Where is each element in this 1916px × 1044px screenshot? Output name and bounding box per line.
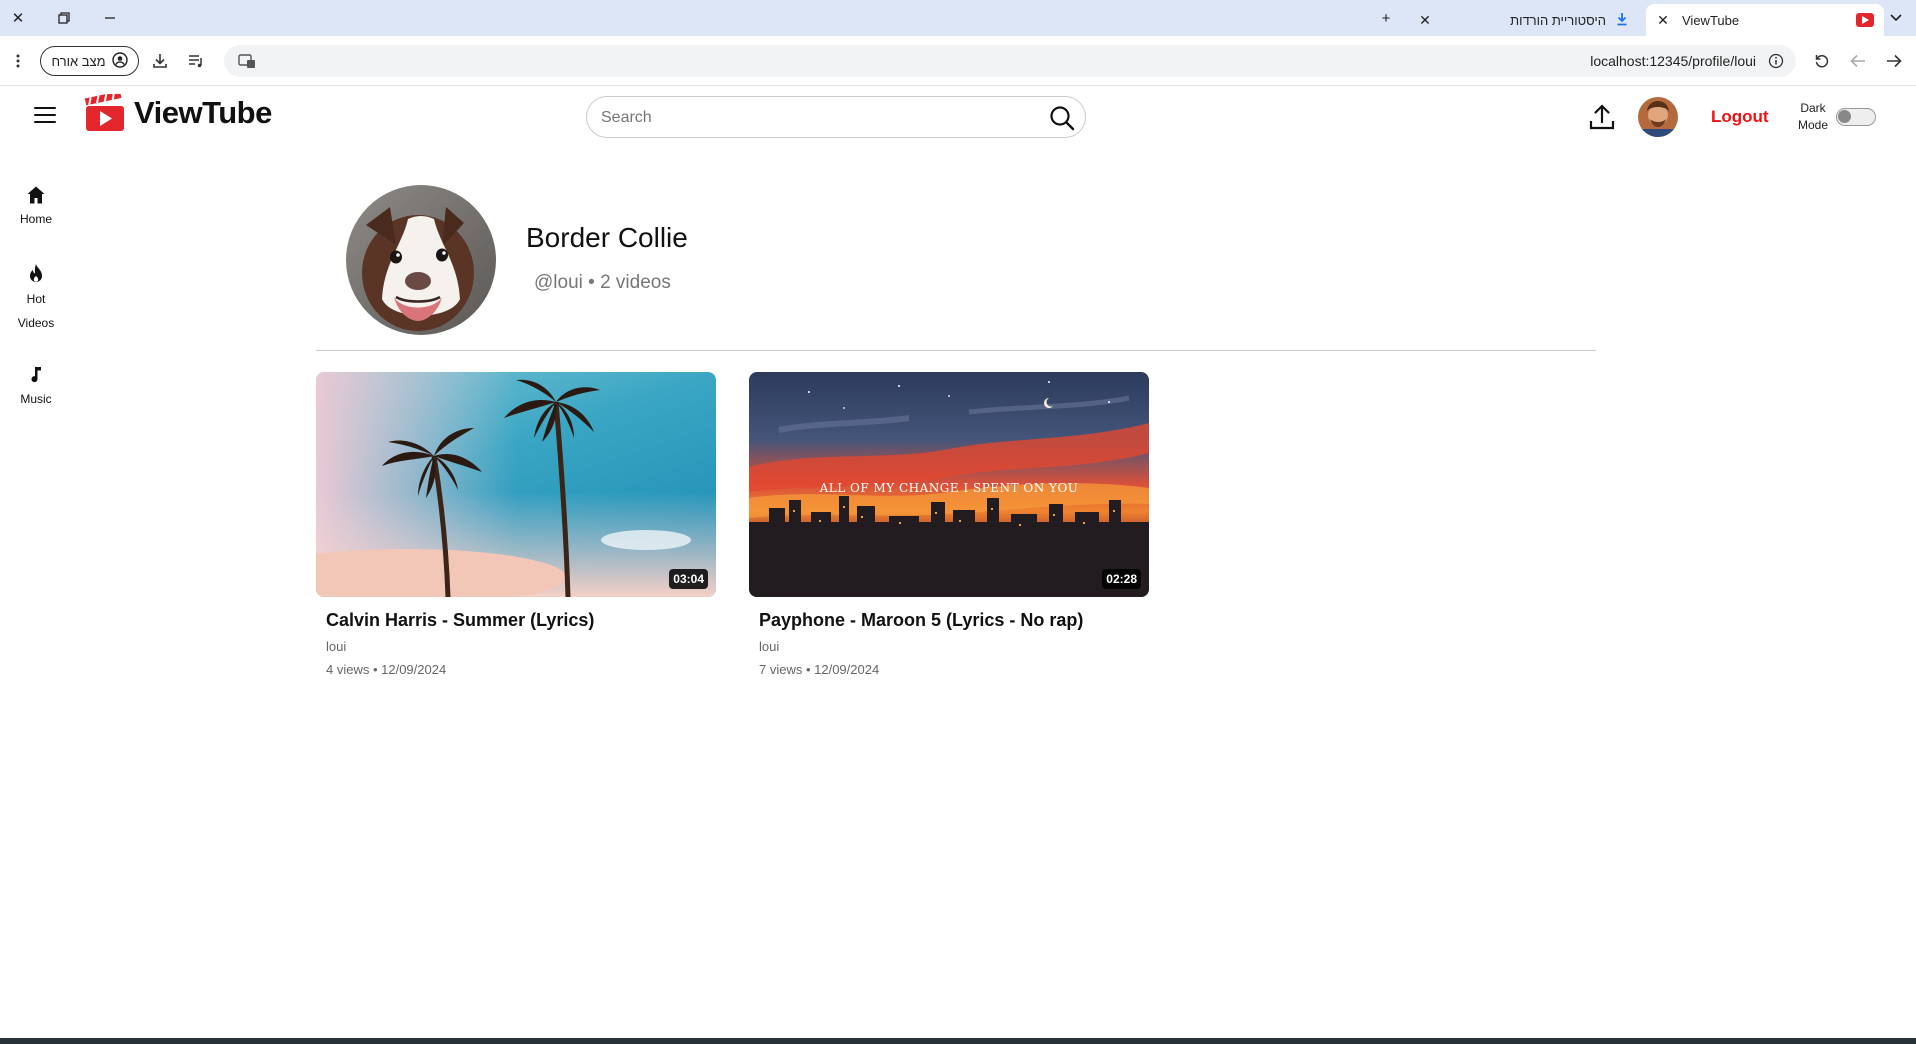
chevron-down-icon[interactable] [1884, 6, 1908, 30]
tab-label: ViewTube [1682, 12, 1740, 28]
upload-icon[interactable] [1587, 102, 1617, 132]
user-avatar[interactable] [1638, 97, 1678, 137]
restore-window-icon[interactable] [52, 6, 76, 30]
forward-arrow-icon[interactable] [1882, 49, 1906, 73]
tab-downloads-history[interactable]: ✕ היסטוריית הורדות [1410, 4, 1646, 36]
thumbnail-caption: ALL OF MY CHANGE I SPENT ON YOU [819, 481, 1079, 495]
url-text: localhost:12345/profile/loui [1590, 53, 1756, 69]
video-thumbnail[interactable]: 03:04 [316, 372, 716, 597]
guest-profile-icon [111, 51, 128, 71]
kebab-menu-icon[interactable] [6, 49, 30, 73]
search-icon[interactable] [1049, 105, 1075, 131]
video-thumbnail[interactable]: ALL OF MY CHANGE I SPENT ON YOU 02:28 [749, 372, 1149, 597]
download-icon [1616, 12, 1628, 29]
video-duration: 03:04 [669, 569, 708, 589]
taskbar-edge [0, 1038, 1916, 1044]
downloads-icon[interactable] [148, 49, 172, 73]
close-tab-icon[interactable]: ✕ [1654, 11, 1672, 29]
video-channel[interactable]: loui [326, 639, 716, 654]
browser-toolbar: מצב אורח localhost:12345/profile/loui [0, 36, 1916, 86]
profile-divider [316, 350, 1596, 351]
tab-label: היסטוריית הורדות [1510, 12, 1606, 28]
viewtube-logo[interactable]: ViewTube [84, 94, 272, 132]
video-title[interactable]: Payphone - Maroon 5 (Lyrics - No rap) [759, 610, 1149, 631]
new-tab-icon[interactable]: + [1374, 6, 1398, 30]
dark-mode-label: Dark Mode [1797, 101, 1829, 132]
dark-mode-toggle[interactable] [1836, 108, 1876, 126]
page-info-icon[interactable] [1768, 53, 1784, 74]
video-card[interactable]: 03:04 Calvin Harris - Summer (Lyrics) lo… [316, 372, 716, 677]
video-stats: 7 views • 12/09/2024 [759, 662, 880, 677]
back-arrow-icon[interactable] [1846, 49, 1870, 73]
home-icon [27, 186, 45, 204]
guest-mode-button[interactable]: מצב אורח [40, 46, 139, 76]
flame-icon [30, 264, 42, 282]
video-stats: 4 views • 12/09/2024 [326, 662, 447, 677]
tab-viewtube[interactable]: ✕ ViewTube [1646, 4, 1884, 36]
music-note-icon [31, 367, 41, 383]
video-card[interactable]: ALL OF MY CHANGE I SPENT ON YOU 02:28 Pa… [749, 372, 1149, 677]
sidebar-item-label: Music [20, 392, 52, 406]
reading-list-icon[interactable] [184, 49, 208, 73]
sidebar-item-label: Home [19, 212, 52, 226]
logout-button[interactable]: Logout [1711, 107, 1769, 127]
sidebar-item-hot-videos[interactable]: Hot Videos [0, 263, 72, 335]
sidebar-item-home[interactable]: Home [0, 185, 72, 231]
profile-name: Border Collie [526, 222, 688, 253]
sidebar-item-label: Videos [17, 316, 55, 330]
logo-text: ViewTube [134, 95, 272, 130]
profile-avatar [346, 185, 496, 335]
viewtube-favicon-icon [1856, 13, 1874, 27]
video-channel[interactable]: loui [759, 639, 1149, 654]
minimize-window-icon[interactable] [98, 6, 122, 30]
guest-mode-label: מצב אורח [51, 53, 106, 69]
browser-tab-bar: ✕ + ✕ היסטוריית הורדות ✕ ViewTube [0, 0, 1916, 36]
app-header: ViewTube Logout Dark Mode [0, 86, 1916, 148]
clapperboard-logo-icon [84, 94, 124, 131]
address-bar[interactable]: localhost:12345/profile/loui [224, 45, 1796, 77]
close-window-icon[interactable]: ✕ [6, 6, 30, 30]
sidebar-item-music[interactable]: Music [0, 365, 72, 411]
hamburger-menu-icon[interactable] [34, 107, 56, 125]
search-bar [586, 96, 1086, 138]
search-input[interactable] [601, 105, 1021, 131]
video-title[interactable]: Calvin Harris - Summer (Lyrics) [326, 610, 716, 631]
profile-meta: @loui • 2 videos [534, 272, 671, 293]
sidebar-item-label: Hot [26, 292, 46, 306]
reload-icon[interactable] [1810, 49, 1834, 73]
site-settings-icon[interactable] [238, 53, 256, 74]
video-duration: 02:28 [1102, 569, 1141, 589]
close-tab-icon[interactable]: ✕ [1416, 11, 1434, 29]
